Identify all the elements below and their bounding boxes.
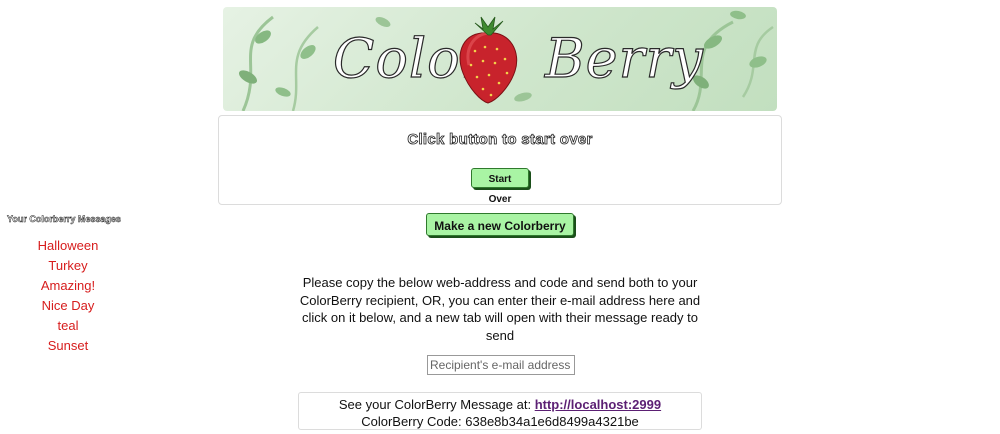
message-item-nice-day[interactable]: Nice Day [18,296,118,316]
colorberry-code: ColorBerry Code: 638e8b34a1e6d8499a4321b… [361,414,639,429]
start-over-button[interactable]: Start Over [471,168,529,205]
page: Color Berry Click button to start over S… [0,0,1000,434]
message-link-box: See your ColorBerry Message at: http://l… [298,392,702,430]
message-item-teal[interactable]: teal [18,316,118,336]
message-list: Halloween Turkey Amazing! Nice Day teal … [18,236,118,356]
message-item-turkey[interactable]: Turkey [18,256,118,276]
strawberry-icon [459,16,518,104]
start-over-panel: Click button to start over Start Over [218,115,782,205]
logo-text-berry: Berry [544,26,704,90]
colorberry-banner: Color Berry [223,7,777,111]
make-new-colorberry-button[interactable]: Make a new Colorberry [426,213,574,236]
message-url-line: See your ColorBerry Message at: http://l… [299,396,701,413]
share-instructions: Please copy the below web-address and co… [299,275,701,343]
message-item-halloween[interactable]: Halloween [18,236,118,256]
recipient-email-input[interactable] [427,355,575,375]
message-url-prefix: See your ColorBerry Message at: [338,397,535,412]
start-over-heading: Click button to start over [407,131,593,149]
message-url-link[interactable]: http://localhost:2999 [535,397,661,412]
message-item-sunset[interactable]: Sunset [18,336,118,356]
message-item-amazing[interactable]: Amazing! [18,276,118,296]
sidebar-title: Your Colorberry Messages [7,214,121,225]
